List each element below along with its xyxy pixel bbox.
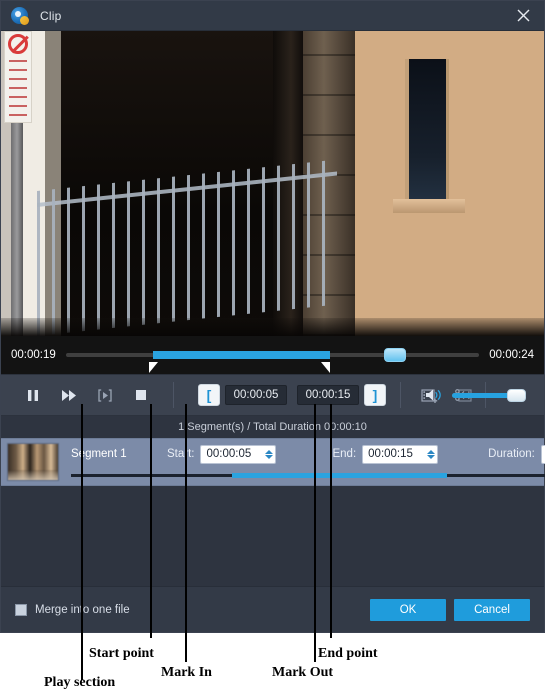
video-preview[interactable]	[1, 31, 544, 336]
start-spin-down-icon[interactable]	[265, 454, 274, 459]
timeline-selection-range[interactable]	[152, 351, 331, 359]
annotation-mark-out: Mark Out	[272, 665, 334, 680]
volume-icon[interactable]	[424, 385, 444, 405]
segment-range-slider[interactable]	[71, 473, 545, 479]
segment-fields: Segment 1 Start: End:	[59, 439, 545, 485]
start-time-input[interactable]	[206, 448, 264, 460]
marker-out-handle[interactable]	[321, 362, 330, 373]
merge-label: Merge into one file	[35, 603, 130, 616]
volume-slider-knob[interactable]	[506, 388, 526, 402]
pause-icon[interactable]	[23, 385, 43, 405]
timeline-playhead-handle[interactable]	[384, 348, 407, 362]
segment-range-selection[interactable]	[232, 473, 448, 478]
end-spin-up-icon[interactable]	[427, 449, 436, 454]
segment-name: Segment 1	[71, 448, 127, 460]
annotation-play-section: Play section	[44, 675, 116, 690]
mark-in-time[interactable]: 00:00:05	[225, 385, 287, 405]
titlebar: Clip	[1, 1, 544, 31]
annotation-mark-in: Mark In	[161, 665, 212, 680]
video-sign-prohibition-icon	[8, 34, 28, 54]
mark-out-time[interactable]: 00:00:15	[297, 385, 359, 405]
controls-divider-2	[400, 382, 401, 408]
start-time-stepper[interactable]	[200, 444, 277, 464]
end-label: End:	[332, 448, 357, 460]
end-time-input[interactable]	[368, 448, 426, 460]
table-row[interactable]: Segment 1 Start: End:	[1, 438, 545, 486]
segment-field-row: Segment 1 Start: End:	[59, 439, 545, 469]
segment-summary: 1 Segment(s) / Total Duration 00:00:10	[1, 416, 544, 438]
timeline-total-time: 00:00:24	[489, 349, 534, 361]
annotation-end-point: End point	[318, 646, 378, 661]
volume-slider[interactable]	[452, 388, 526, 402]
start-spin-arrows[interactable]	[263, 449, 274, 459]
dialog-footer: Merge into one file OK Cancel	[1, 586, 544, 632]
mark-out-button[interactable]: ]	[364, 384, 386, 406]
controls-divider-1	[173, 382, 174, 408]
annotation-start-point: Start point	[89, 646, 154, 661]
video-sign	[4, 31, 32, 123]
end-spin-down-icon[interactable]	[427, 454, 436, 459]
start-spin-up-icon[interactable]	[265, 449, 274, 454]
timeline-bar: 00:00:19 00:00:24	[1, 336, 544, 374]
timeline-track-area[interactable]	[65, 347, 480, 363]
volume-controls	[424, 385, 526, 405]
duration-stepper[interactable]	[540, 444, 545, 464]
segment-thumbnail	[7, 443, 59, 481]
video-window-opening	[405, 59, 449, 199]
mark-in-button[interactable]: [	[198, 384, 220, 406]
window-title: Clip	[40, 8, 62, 23]
checkbox-box[interactable]	[15, 603, 27, 616]
end-spin-arrows[interactable]	[425, 449, 436, 459]
merge-into-one-file-checkbox[interactable]: Merge into one file	[15, 603, 130, 616]
volume-slider-fill	[452, 392, 510, 398]
clip-dialog-screenshot: Clip 00:00:19 00:00:24 [00:00:05 00:00:…	[0, 0, 545, 698]
video-ground	[1, 318, 544, 336]
fast-forward-icon[interactable]	[59, 385, 79, 405]
duration-label: Duration:	[488, 448, 535, 460]
stop-icon[interactable]	[131, 385, 151, 405]
ok-button[interactable]: OK	[370, 598, 446, 621]
start-label: Start:	[167, 448, 195, 460]
end-time-stepper[interactable]	[362, 444, 439, 464]
timeline-current-time: 00:00:19	[11, 349, 56, 361]
play-section-icon[interactable]	[95, 385, 115, 405]
timeline-markers	[1, 362, 544, 374]
video-window-sill	[393, 199, 465, 213]
controls-bar: [ 00:00:05 00:00:15 ]	[1, 374, 544, 416]
segment-list-empty-area	[1, 486, 544, 586]
video-sign-text	[9, 60, 27, 116]
clip-window: Clip 00:00:19 00:00:24 [00:00:05 00:00:…	[0, 0, 545, 633]
playback-controls	[1, 385, 151, 405]
close-icon[interactable]	[506, 1, 540, 30]
clip-app-icon	[11, 7, 29, 25]
cancel-button[interactable]: Cancel	[454, 598, 530, 621]
mark-controls: [ 00:00:05 00:00:15 ]	[198, 384, 386, 406]
video-sign-post	[11, 123, 23, 336]
marker-in-handle[interactable]	[149, 362, 158, 373]
